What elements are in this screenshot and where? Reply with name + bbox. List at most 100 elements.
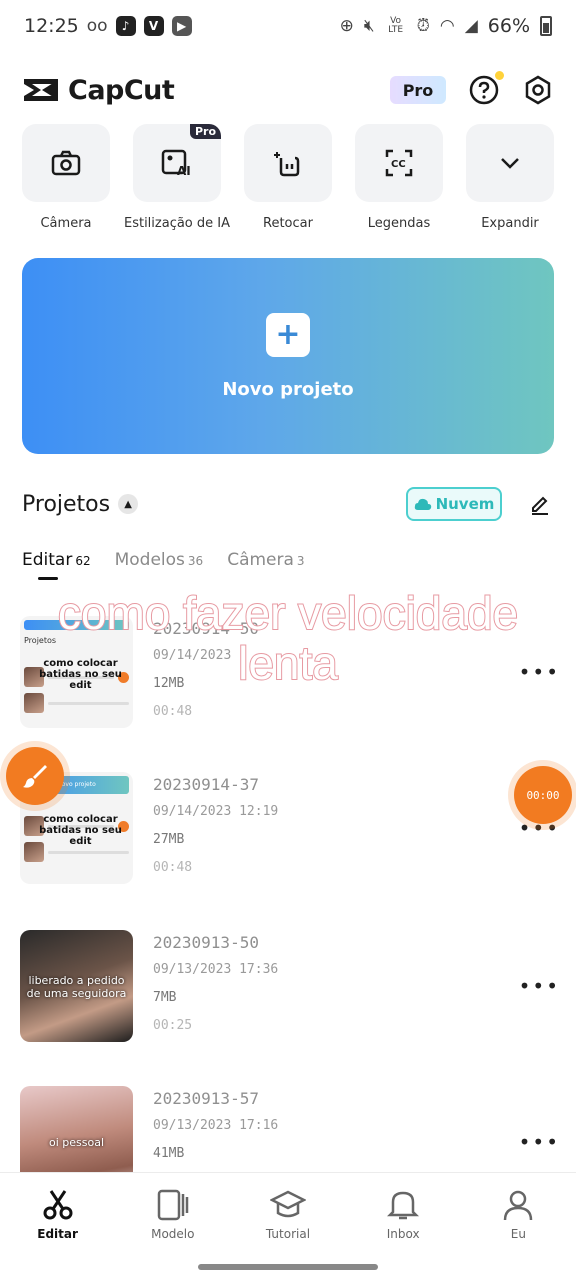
tool-expand-box[interactable] — [466, 124, 554, 202]
project-name: 20230913-57 — [153, 1089, 259, 1108]
new-project-button[interactable]: + Novo projeto — [22, 258, 554, 454]
project-date: 09/14/2023 12:19 — [153, 804, 279, 819]
overlay-title-line1: como fazer velocidade — [57, 587, 519, 639]
settings-icon — [525, 75, 551, 105]
graduation-cap-icon — [269, 1187, 306, 1223]
nav-editar[interactable]: Editar — [13, 1187, 103, 1256]
status-right: ⊕ 🔇︎ Vo LTE ⏰︎ ◠ ◢ 66% — [340, 15, 552, 37]
overlay-title: como fazer velocidade lenta — [0, 587, 576, 689]
battery-percent: 66% — [487, 15, 530, 37]
caret-up-icon[interactable]: ▲ — [118, 494, 139, 514]
project-item[interactable]: liberado a pedido de uma seguidora 20230… — [20, 930, 560, 1042]
project-thumbnail[interactable]: oi pessoal — [20, 1086, 133, 1172]
project-duration: 00:25 — [153, 1018, 193, 1033]
cloud-icon — [414, 498, 431, 510]
tab-editar[interactable]: Editar 62 — [22, 550, 91, 580]
more-options-icon[interactable]: ••• — [519, 1130, 560, 1154]
captions-icon: CC — [385, 149, 413, 177]
tool-captions[interactable]: CC Legendas — [355, 124, 443, 231]
v-icon: V — [143, 16, 164, 36]
status-left: 12:25 oo ♪ V ▶ — [24, 15, 192, 37]
tool-ai-style-label: Estilização de IA — [123, 216, 231, 231]
tool-expand-label: Expandir — [481, 216, 539, 231]
app-title: CapCut — [68, 74, 175, 106]
video-icon: ▶ — [171, 16, 192, 36]
project-duration: 00:48 — [153, 704, 193, 719]
nav-eu-label: Eu — [510, 1227, 526, 1241]
tool-ai-style[interactable]: Pro AI Estilização de IA — [124, 124, 230, 231]
svg-text:AI: AI — [177, 164, 191, 177]
project-name: 20230914-37 — [153, 775, 259, 794]
bottom-nav: Editar Modelo Tutorial Inbox Eu — [0, 1172, 576, 1256]
brush-fab[interactable] — [6, 747, 64, 805]
home-indicator[interactable] — [198, 1264, 378, 1270]
wifi-icon: ◠ — [439, 16, 455, 36]
cloud-button[interactable]: Nuvem — [406, 487, 502, 521]
project-meta: 20230913-50 09/13/2023 17:36 7MB 00:25 — [153, 930, 278, 1038]
tool-captions-box[interactable]: CC — [355, 124, 443, 202]
overlay-title-line2: lenta — [237, 637, 339, 689]
settings-button[interactable] — [522, 74, 554, 106]
project-item[interactable]: oi pessoal 20230913-57 09/13/2023 17:16 … — [20, 1086, 560, 1172]
tab-modelos-label: Modelos — [114, 550, 185, 570]
tool-camera[interactable]: Câmera — [22, 124, 110, 231]
project-item[interactable]: Novo projeto como colocar batidas no seu… — [20, 772, 560, 884]
edit-projects-button[interactable] — [526, 490, 554, 518]
nav-eu[interactable]: Eu — [473, 1187, 563, 1256]
status-bar: 12:25 oo ♪ V ▶ ⊕ 🔇︎ Vo LTE ⏰︎ ◠ ◢ 66% — [0, 0, 576, 52]
notification-dot — [495, 71, 504, 80]
cloud-label: Nuvem — [435, 495, 495, 513]
project-duration: 00:48 — [153, 860, 193, 875]
header-actions: Pro — [390, 71, 554, 106]
pro-button[interactable]: Pro — [390, 76, 446, 104]
nav-modelo[interactable]: Modelo — [128, 1187, 218, 1256]
thumb-caption: oi pessoal — [48, 1136, 105, 1149]
tab-modelos-count: 36 — [187, 554, 204, 568]
alarm-icon: ⏰︎ — [416, 16, 430, 36]
signal-icon: ◢ — [464, 16, 478, 36]
projects-header: Projetos ▲ Nuvem — [22, 484, 554, 524]
nav-inbox[interactable]: Inbox — [358, 1187, 448, 1256]
recording-timer-fab[interactable]: 00:00 — [514, 766, 572, 824]
project-name: 20230913-50 — [153, 933, 259, 952]
tab-editar-label: Editar — [22, 550, 73, 570]
more-options-icon[interactable]: ••• — [519, 974, 560, 998]
tool-camera-box[interactable] — [22, 124, 110, 202]
capcut-logo-icon — [24, 79, 58, 101]
svg-text:CC: CC — [391, 159, 406, 170]
battery-icon — [540, 16, 552, 36]
retouch-icon — [274, 152, 300, 177]
projects-title: Projetos — [22, 491, 111, 517]
nav-inbox-label: Inbox — [386, 1227, 420, 1241]
tool-retouch-box[interactable] — [244, 124, 332, 202]
nav-tutorial[interactable]: Tutorial — [243, 1187, 333, 1256]
nav-tutorial-label: Tutorial — [265, 1227, 311, 1241]
tool-captions-label: Legendas — [367, 216, 431, 231]
project-thumbnail[interactable]: liberado a pedido de uma seguidora — [20, 930, 133, 1042]
recording-timer: 00:00 — [526, 788, 560, 802]
project-tabs: Editar 62 Modelos 36 Câmera 3 — [22, 546, 305, 580]
tool-retouch[interactable]: Retocar — [244, 124, 332, 231]
data-saver-icon: ⊕ — [339, 16, 354, 36]
tab-camera[interactable]: Câmera 3 — [227, 550, 304, 580]
help-button[interactable] — [468, 71, 504, 106]
tool-pro-badge: Pro — [189, 124, 221, 139]
project-size: 7MB — [153, 990, 177, 1005]
tool-ai-style-box[interactable]: Pro AI — [133, 124, 221, 202]
pencil-icon — [532, 496, 548, 515]
thumb-caption: liberado a pedido de uma seguidora — [26, 974, 127, 1000]
nav-modelo-label: Modelo — [151, 1227, 195, 1241]
plus-icon: + — [266, 312, 310, 357]
tool-camera-label: Câmera — [40, 216, 92, 231]
project-date: 09/13/2023 17:36 — [153, 962, 279, 977]
camera-icon — [51, 150, 81, 176]
template-icon — [155, 1187, 191, 1223]
tool-expand[interactable]: Expandir — [466, 124, 554, 231]
chevron-down-icon — [501, 158, 519, 169]
tab-camera-label: Câmera — [227, 550, 294, 570]
quick-tools: Câmera Pro AI Estilização de IA Retocar — [22, 124, 554, 231]
mute-icon: 🔇︎ — [363, 16, 375, 36]
new-project-label: Novo projeto — [222, 378, 354, 400]
tab-modelos[interactable]: Modelos 36 — [115, 550, 204, 580]
volte-icon: Vo LTE — [388, 16, 404, 35]
